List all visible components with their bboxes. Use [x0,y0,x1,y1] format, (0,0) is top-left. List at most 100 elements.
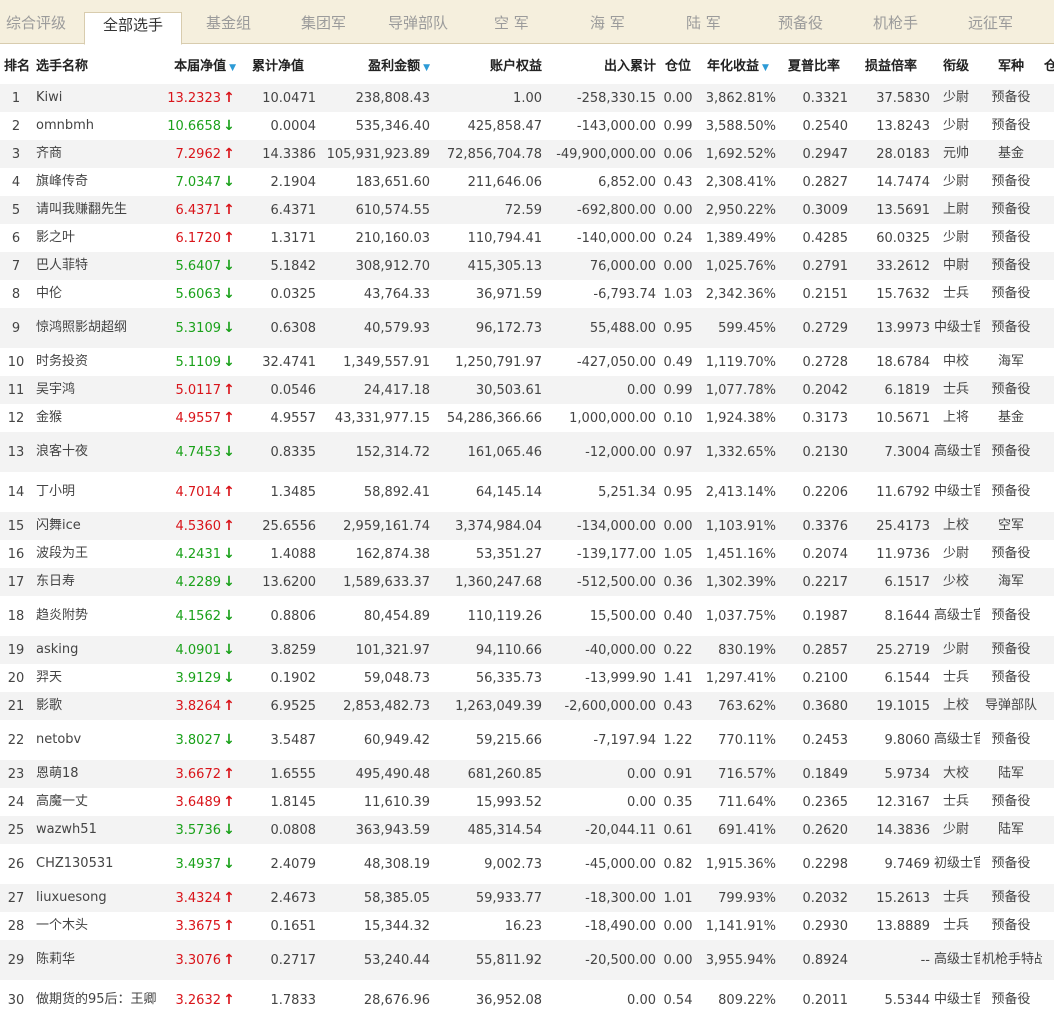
table-row[interactable]: 4 旗峰传奇 7.0347 ↓ 2.1904 183,651.60 211,646.06 6,… [0,168,1054,196]
header-in-out-total[interactable]: 出入累计 [544,44,658,84]
current-nav-cell: 3.2632 ↑ [158,980,238,1020]
branch-cell: 预备役 [980,844,1042,884]
table-row[interactable]: 6 影之叶 6.1720 ↑ 1.3171 210,160.03 110,794.41 -14… [0,224,1054,252]
header-branch[interactable]: 军种 [980,44,1042,84]
player-name-link[interactable]: 波段为王 [34,540,158,568]
header-sharpe-ratio[interactable]: 夏普比率 [778,44,850,84]
player-name-link[interactable]: 旗峰传奇 [34,168,158,196]
tab-expedition[interactable]: 远征军 [968,0,1013,44]
tab-navy[interactable]: 海 军 [590,0,625,44]
sort-desc-icon[interactable]: ▼ [762,63,769,73]
player-name-link[interactable]: omnbmh [34,112,158,140]
table-row[interactable]: 5 请叫我赚翻先生 6.4371 ↑ 6.4371 610,574.55 72.59 -692… [0,196,1054,224]
player-name-link[interactable]: 请叫我赚翻先生 [34,196,158,224]
table-row[interactable]: 25 wazwh51 3.5736 ↓ 0.0808 363,943.59 485,314.… [0,816,1054,844]
header-annual-return[interactable]: 年化收益 ▼ [698,44,778,84]
table-row[interactable]: 29 陈莉华 3.3076 ↑ 0.2717 53,240.44 55,811.92 -20,… [0,940,1054,980]
sharpe-ratio-cell: 0.2947 [778,140,850,168]
tab-overall-rating[interactable]: 综合评级 [6,0,66,44]
table-row[interactable]: 13 浪客十夜 4.7453 ↓ 0.8335 152,314.72 161,065.46-… [0,432,1054,472]
table-row[interactable]: 24 高魔一丈 3.6489 ↑ 1.8145 11,610.39 15,993.52 0.0… [0,788,1054,816]
table-row[interactable]: 10 时务投资 5.1109 ↓ 32.4741 1,349,557.91 1,250,79… [0,348,1054,376]
player-name-link[interactable]: 巴人菲特 [34,252,158,280]
player-name-link[interactable]: 闪舞ice [34,512,158,540]
player-name-link[interactable]: CHZ130531 [34,844,158,884]
table-row[interactable]: 8 中伦 5.6063 ↓ 0.0325 43,764.33 36,971.59 -6,793… [0,280,1054,308]
header-current-nav[interactable]: 本届净值 ▼ [158,44,238,84]
player-name-link[interactable]: Kiwi [34,84,158,112]
header-rank[interactable]: 排名 [0,44,34,84]
player-name-link[interactable]: 金猴 [34,404,158,432]
player-name-link[interactable]: 高魔一丈 [34,788,158,816]
table-row[interactable]: 3 齐商 7.2962 ↑ 14.3386 105,931,923.89 72,856,70… [0,140,1054,168]
player-name-link[interactable]: 一个木头 [34,912,158,940]
player-name-link[interactable]: 影歌 [34,692,158,720]
player-name-link[interactable]: 东日寿 [34,568,158,596]
sort-desc-icon[interactable]: ▼ [229,63,236,73]
player-name-link[interactable]: 丁小明 [34,472,158,512]
table-body: 1 Kiwi 13.2323 ↑ 10.0471 238,808.43 1.00 -258,3… [0,84,1054,1020]
table-row[interactable]: 11 吴宇鸿 5.0117 ↑ 0.0546 24,417.18 30,503.61 0.00… [0,376,1054,404]
table-row[interactable]: 26 CHZ130531 3.4937 ↓ 2.4079 48,308.19 9,002.7… [0,844,1054,884]
player-name-link[interactable]: 陈莉华 [34,940,158,980]
table-row[interactable]: 16 波段为王 4.2431 ↓ 1.4088 162,874.38 53,351.27 -1… [0,540,1054,568]
player-name-link[interactable]: 吴宇鸿 [34,376,158,404]
player-name-link[interactable]: liuxuesong [34,884,158,912]
table-row[interactable]: 28 一个木头 3.3675 ↑ 0.1651 15,344.32 16.23 -18,490… [0,912,1054,940]
player-name-link[interactable]: 齐商 [34,140,158,168]
current-nav-cell: 3.4937 ↓ [158,844,238,884]
table-row[interactable]: 12 金猴 4.9557 ↑ 4.9557 43,331,977.15 54,286,366… [0,404,1054,432]
player-name-link[interactable]: 时务投资 [34,348,158,376]
table-row[interactable]: 18 趋炎附势 4.1562 ↓ 0.8806 80,454.89 110,119.26 15… [0,596,1054,636]
player-name-link[interactable]: 羿天 [34,664,158,692]
table-row[interactable]: 9 惊鸿照影胡超纲 5.3109 ↓ 0.6308 40,579.93 96,172.73 5… [0,308,1054,348]
table-row[interactable]: 27 liuxuesong 3.4324 ↑ 2.4673 58,385.05 59,933… [0,884,1054,912]
player-name-link[interactable]: netobv [34,720,158,760]
player-name-link[interactable]: 浪客十夜 [34,432,158,472]
table-row[interactable]: 7 巴人菲特 5.6407 ↓ 5.1842 308,912.70 415,305.13 76… [0,252,1054,280]
in-out-total-cell: -13,999.90 [544,664,658,692]
header-account-equity[interactable]: 账户权益 [432,44,544,84]
sort-desc-icon[interactable]: ▼ [423,63,430,73]
tab-missile-force[interactable]: 导弹部队 [388,0,448,44]
tab-fund-group[interactable]: 基金组 [206,0,251,44]
account-equity-cell: 1,263,049.39 [432,692,544,720]
current-nav-cell: 6.1720 ↑ [158,224,238,252]
table-row[interactable]: 14 丁小明 4.7014 ↑ 1.3485 58,892.41 64,145.14 5,25… [0,472,1054,512]
table-row[interactable]: 21 影歌 3.8264 ↑ 6.9525 2,853,482.73 1,263,049.3… [0,692,1054,720]
header-position[interactable]: 仓位 [658,44,698,84]
table-row[interactable]: 19 asking 4.0901 ↓ 3.8259 101,321.97 94,110.66… [0,636,1054,664]
tab-reserve[interactable]: 预备役 [778,0,823,44]
tab-army[interactable]: 陆 军 [686,0,721,44]
profit-cell: 105,931,923.89 [318,140,432,168]
player-name-link[interactable]: asking [34,636,158,664]
tab-army-group[interactable]: 集团军 [301,0,346,44]
table-row[interactable]: 23 恩萌18 3.6672 ↑ 1.6555 495,490.48 681,260.85 0… [0,760,1054,788]
header-position-clipped[interactable]: 仓 [1042,44,1054,84]
position-cell: 0.49 [658,348,698,376]
tab-all-players[interactable]: 全部选手 [84,12,182,45]
table-row[interactable]: 22 netobv 3.8027 ↓ 3.5487 60,949.42 59,215.66-… [0,720,1054,760]
tab-machine-gunner[interactable]: 机枪手 [873,0,918,44]
tab-air-force[interactable]: 空 军 [494,0,529,44]
player-name-link[interactable]: 中伦 [34,280,158,308]
table-row[interactable]: 2 omnbmh 10.6658 ↓ 0.0004 535,346.40 425,858.4… [0,112,1054,140]
header-cumulative-nav[interactable]: 累计净值 [238,44,318,84]
table-row[interactable]: 30 做期货的95后：王卿 3.2632 ↑ 1.7833 28,676.96 36,952… [0,980,1054,1020]
table-row[interactable]: 1 Kiwi 13.2323 ↑ 10.0471 238,808.43 1.00 -258,3… [0,84,1054,112]
header-player-name[interactable]: 选手名称 [34,44,158,84]
overflow-cell [1042,140,1054,168]
player-name-link[interactable]: 趋炎附势 [34,596,158,636]
header-pl-ratio[interactable]: 损益倍率 [850,44,932,84]
player-name-link[interactable]: 做期货的95后：王卿 [34,980,158,1020]
header-rank-title[interactable]: 衔级 [932,44,980,84]
player-name-link[interactable]: 恩萌18 [34,760,158,788]
table-row[interactable]: 20 羿天 3.9129 ↓ 0.1902 59,048.73 56,335.73 -13,9… [0,664,1054,692]
account-equity-cell: 55,811.92 [432,940,544,980]
player-name-link[interactable]: wazwh51 [34,816,158,844]
table-row[interactable]: 15 闪舞ice 4.5360 ↑ 25.6556 2,959,161.74 3,374,9… [0,512,1054,540]
player-name-link[interactable]: 影之叶 [34,224,158,252]
player-name-link[interactable]: 惊鸿照影胡超纲 [34,308,158,348]
header-profit[interactable]: 盈利金额 ▼ [318,44,432,84]
table-row[interactable]: 17 东日寿 4.2289 ↓ 13.6200 1,589,633.37 1,360,247… [0,568,1054,596]
